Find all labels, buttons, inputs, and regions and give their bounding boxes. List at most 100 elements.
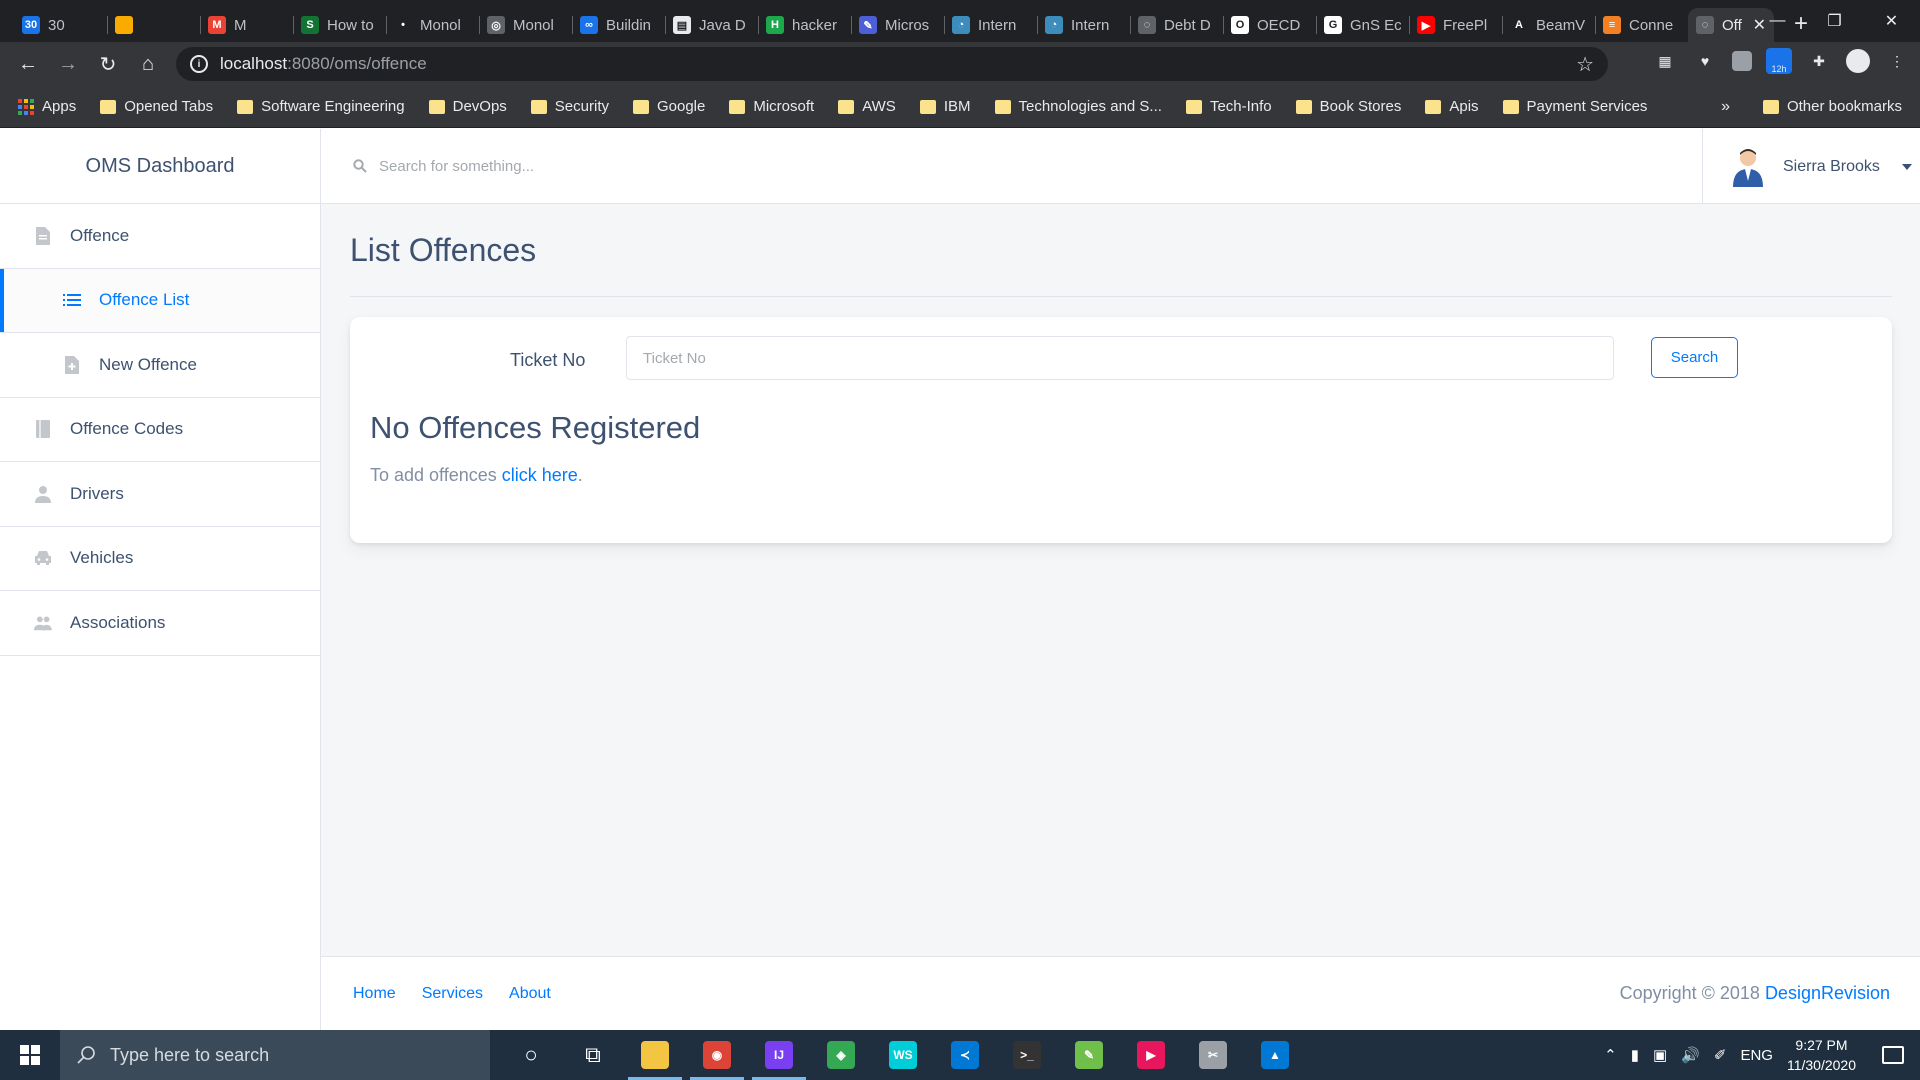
search-button[interactable]: Search [1651,337,1738,378]
add-offence-link[interactable]: click here [502,465,578,485]
sidebar-item-associations[interactable]: Associations [0,591,320,656]
clock[interactable]: 9:27 PM 11/30/2020 [1787,1035,1856,1075]
bookmark-folder[interactable]: Apis [1425,98,1479,115]
language-indicator[interactable]: ENG [1740,1047,1773,1064]
list-icon [63,291,81,309]
taskbar-app[interactable]: ◈ [810,1030,872,1080]
extension-icon[interactable] [1732,51,1752,71]
copyright-brand-link[interactable]: DesignRevision [1765,983,1890,1003]
timer-extension-icon[interactable]: 12h [1766,48,1792,74]
bookmark-folder[interactable]: AWS [838,98,896,115]
brand-title[interactable]: OMS Dashboard [0,129,320,204]
puzzle-icon[interactable]: ✚ [1806,48,1832,74]
minimize-button[interactable]: — [1749,0,1806,42]
global-search-input[interactable] [379,157,979,175]
tab-title: Buildin [606,16,652,34]
taskbar-app[interactable]: ⧉ [562,1030,624,1080]
site-info-icon[interactable]: i [190,55,208,73]
reload-icon[interactable]: ↻ [88,44,128,84]
taskbar-app[interactable]: ✎ [1058,1030,1120,1080]
footer-link-services[interactable]: Services [422,985,483,1003]
sidebar-item-vehicles[interactable]: Vehicles [0,527,320,591]
browser-tab[interactable] [107,8,200,42]
bookmark-folder[interactable]: Technologies and S... [994,98,1162,115]
browser-tab[interactable]: ∞ Buildin [572,8,665,42]
bookmark-folder[interactable]: Google [632,98,705,115]
browser-tab[interactable]: 30 30 [14,8,107,42]
taskbar-app[interactable]: >_ [996,1030,1058,1080]
pen-icon[interactable]: ✐ [1714,1046,1727,1064]
sidebar-item-drivers[interactable]: Drivers [0,462,320,527]
browser-tab[interactable]: ◔ Intern [944,8,1037,42]
browser-tab[interactable]: ◌ Debt D [1130,8,1223,42]
sidebar-item-offence-codes[interactable]: Offence Codes [0,398,320,462]
browser-tab[interactable]: G GnS Ec [1316,8,1409,42]
taskbar-search[interactable]: Type here to search [60,1030,490,1080]
bookmark-folder[interactable]: IBM [919,98,971,115]
taskbar-app[interactable] [624,1030,686,1080]
browser-tab[interactable]: ✎ Micros [851,8,944,42]
taskbar-app[interactable]: IJ [748,1030,810,1080]
bookmark-folder[interactable]: Tech-Info [1185,98,1272,115]
sidebar-item-offence-list[interactable]: Offence List [0,268,320,333]
browser-tab[interactable]: ▶ FreePl [1409,8,1502,42]
volume-icon[interactable]: 🔊 [1681,1046,1700,1064]
browser-tab[interactable]: ◔ Intern [1037,8,1130,42]
bookmark-folder[interactable]: Microsoft [729,98,814,115]
bookmark-folder[interactable]: DevOps [428,98,507,115]
taskbar-app[interactable]: WS [872,1030,934,1080]
browser-tab[interactable]: O OECD [1223,8,1316,42]
footer-link-about[interactable]: About [509,985,551,1003]
bookmark-star-icon[interactable]: ☆ [1576,52,1594,77]
taskbar-app[interactable]: ◉ [686,1030,748,1080]
notification-icon[interactable] [1882,1046,1904,1064]
taskbar-app[interactable]: ▲ [1244,1030,1306,1080]
browser-tab[interactable]: Hhacker [758,8,851,42]
browser-tab[interactable]: A BeamV [1502,8,1595,42]
chevron-up-icon[interactable]: ⌃ [1604,1046,1617,1064]
sidebar-item-new-offence[interactable]: New Offence [0,333,320,398]
address-bar[interactable]: i localhost:8080/oms/offence ☆ [176,47,1608,81]
taskbar-app[interactable]: ✂ [1182,1030,1244,1080]
home-icon[interactable]: ⌂ [128,44,168,84]
sidebar-item-offence[interactable]: Offence [0,204,320,269]
network-icon[interactable]: ▣ [1653,1046,1667,1064]
taskbar-app[interactable]: ≺ [934,1030,996,1080]
bookmark-apps[interactable]: Apps [18,98,76,115]
bookmark-folder[interactable]: Security [530,98,609,115]
taskbar-app[interactable]: ▶ [1120,1030,1182,1080]
sidebar-item-label: Offence [70,225,130,245]
back-icon[interactable]: ← [8,44,48,84]
browser-tab[interactable]: S How to [293,8,386,42]
bookmarks-overflow-button[interactable]: » [1721,98,1730,116]
bookmark-folder[interactable]: Payment Services [1502,98,1647,115]
browser-tab[interactable]: MM [200,8,293,42]
forward-icon[interactable]: → [48,44,88,84]
bookmark-folder[interactable]: Book Stores [1295,98,1401,115]
bookmark-folder[interactable]: Software Engineering [237,98,405,115]
browser-tab[interactable]: ◎ Monol [479,8,572,42]
apps-grid-icon [18,98,34,115]
start-button[interactable] [0,1030,60,1080]
footer-link-home[interactable]: Home [353,985,396,1003]
user-menu[interactable]: Sierra Brooks [1702,129,1920,204]
bookmark-folder[interactable]: Opened Tabs [100,98,213,115]
close-window-button[interactable]: ✕ [1863,0,1920,42]
folder-icon [838,99,855,114]
other-bookmarks[interactable]: Other bookmarks [1762,98,1902,115]
bookmark-label: Apps [42,98,77,115]
menu-icon[interactable]: ⋮ [1884,48,1910,74]
tab-title: M [234,16,247,34]
tab-title: Monol [420,16,461,34]
browser-tab[interactable]: ▤ Java D [665,8,758,42]
battery-icon[interactable]: ▮ [1631,1046,1639,1064]
clock-time: 9:27 PM [1795,1037,1848,1053]
restore-button[interactable]: ❐ [1806,0,1863,42]
pocket-icon[interactable]: ♥ [1692,48,1718,74]
profile-avatar[interactable] [1846,49,1870,73]
reading-list-icon[interactable]: ▦ [1652,48,1678,74]
ticket-no-input[interactable] [626,336,1614,380]
browser-tab[interactable]: • Monol [386,8,479,42]
taskbar-app[interactable]: ○ [500,1030,562,1080]
browser-tab[interactable]: ≡ Conne [1595,8,1688,42]
